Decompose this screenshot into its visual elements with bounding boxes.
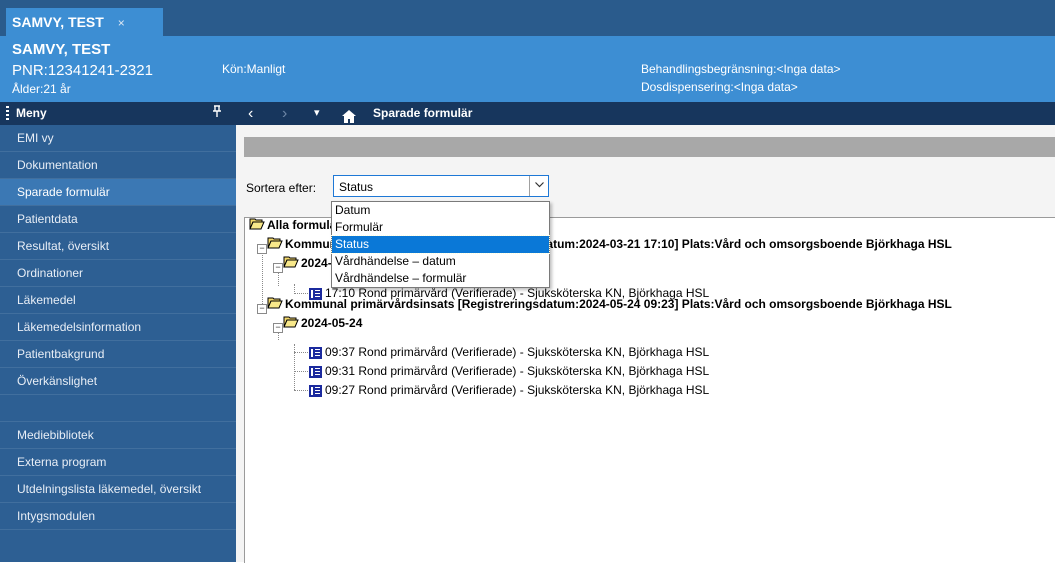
tree-group-label: Kommunal primärvårdsinsats [Registrering… (285, 297, 952, 311)
sidebar-item-ordinationer[interactable]: Ordinationer (0, 260, 236, 287)
treatment-limit: Behandlingsbegränsning:<Inga data> (641, 62, 841, 76)
sort-option-vardhandelse-datum[interactable]: Vårdhändelse – datum (332, 253, 549, 270)
tree-form-entry[interactable]: 09:31 Rond primärvård (Verifierade) - Sj… (309, 362, 709, 380)
collapse-toggle[interactable]: − (273, 263, 283, 273)
open-folder-icon (283, 255, 299, 273)
sort-dropdown-list: Datum Formulär Status Vårdhändelse – dat… (331, 201, 550, 288)
tree-date-label: 2024-05-24 (301, 316, 363, 330)
tree-connector (294, 293, 308, 294)
tree-form-label: 09:27 Rond primärvård (Verifierade) - Sj… (325, 383, 710, 397)
menu-title: Meny (16, 106, 47, 120)
tree-form-label: 09:37 Rond primärvård (Verifierade) - Sj… (325, 345, 710, 359)
open-folder-icon (267, 296, 283, 314)
sidebar-item-externa-program[interactable]: Externa program (0, 449, 236, 476)
dose-dispensing: Dosdispensering:<Inga data> (641, 80, 798, 94)
sort-select[interactable]: Status (333, 175, 549, 197)
sidebar-item-overkanslighet[interactable]: Överkänslighet (0, 368, 236, 395)
tree-root[interactable]: Alla formulär (249, 216, 341, 234)
page-title: Sparade formulär (373, 106, 473, 120)
tree-root-label: Alla formulär (267, 218, 342, 232)
tree-connector (294, 390, 308, 391)
patient-pnr: PNR:12341241-2321 (12, 62, 153, 79)
tree-form-label: 09:31 Rond primärvård (Verifierade) - Sj… (325, 364, 710, 378)
tree-connector (294, 352, 308, 353)
chevron-down-icon[interactable] (529, 176, 548, 196)
sidebar-item-patientdata[interactable]: Patientdata (0, 206, 236, 233)
sort-select-value: Status (339, 180, 374, 194)
open-folder-icon (283, 315, 299, 333)
tree-form-entry[interactable]: 09:37 Rond primärvård (Verifierade) - Sj… (309, 343, 709, 361)
patient-age: Ålder:21 år (12, 82, 71, 96)
sidebar-item-emi-vy[interactable]: EMI vy (0, 125, 236, 152)
sort-option-formular[interactable]: Formulär (332, 219, 549, 236)
sidebar: Meny EMI vy Dokumentation Sparade formul… (0, 102, 236, 562)
form-icon (309, 346, 322, 359)
sidebar-item-lakemedel[interactable]: Läkemedel (0, 287, 236, 314)
sort-label: Sortera efter: (246, 181, 317, 195)
tree-connector (294, 344, 295, 390)
sort-option-status[interactable]: Status (331, 235, 550, 254)
sidebar-item-resultat-oversikt[interactable]: Resultat, översikt (0, 233, 236, 260)
sort-option-datum[interactable]: Datum (332, 202, 549, 219)
sidebar-item-mediebibliotek[interactable]: Mediebibliotek (0, 422, 236, 449)
tree-connector (294, 371, 308, 372)
form-icon (309, 365, 322, 378)
collapse-toggle[interactable]: − (257, 244, 267, 254)
collapse-toggle[interactable]: − (257, 304, 267, 314)
patient-name: SAMVY, TEST (12, 41, 111, 58)
open-folder-icon (267, 236, 283, 254)
tree-date[interactable]: 2024-05-24 (283, 314, 362, 332)
patient-tab-label: SAMVY, TEST (12, 14, 104, 30)
tree-form-entry[interactable]: 09:27 Rond primärvård (Verifierade) - Sj… (309, 381, 709, 399)
patient-tab[interactable]: SAMVY, TEST × (6, 8, 163, 36)
open-folder-icon (249, 217, 265, 235)
close-tab-icon[interactable]: × (118, 16, 125, 30)
nav-bar: ‹ › ▾ Sparade formulär (236, 102, 1055, 125)
forward-icon[interactable]: › (282, 102, 287, 125)
title-bar: SAMVY, TEST × (0, 0, 1055, 36)
tree-group[interactable]: Kommunal primärvårdsinsats [Registrering… (267, 295, 952, 313)
sidebar-item-lakemedelsinformation[interactable]: Läkemedelsinformation (0, 314, 236, 341)
main-content: Sortera efter: Status Alla formulär − Ko… (236, 125, 1055, 563)
sidebar-item-utdelningslista[interactable]: Utdelningslista läkemedel, översikt (0, 476, 236, 503)
sidebar-spacer (0, 395, 236, 422)
patient-header: SAMVY, TEST PNR:12341241-2321 Ålder:21 å… (0, 36, 1055, 102)
sort-option-vardhandelse-formular[interactable]: Vårdhändelse – formulär (332, 270, 549, 287)
menu-header: Meny (0, 102, 236, 125)
sidebar-item-patientbakgrund[interactable]: Patientbakgrund (0, 341, 236, 368)
back-icon[interactable]: ‹ (248, 102, 253, 125)
sidebar-item-sparade-formular[interactable]: Sparade formulär (0, 179, 236, 206)
history-dropdown-icon[interactable]: ▾ (314, 102, 320, 125)
sidebar-item-intygsmodulen[interactable]: Intygsmodulen (0, 503, 236, 530)
patient-gender: Kön:Manligt (222, 62, 286, 76)
sidebar-item-dokumentation[interactable]: Dokumentation (0, 152, 236, 179)
form-icon (309, 384, 322, 397)
grip-icon[interactable] (6, 106, 9, 121)
collapse-toggle[interactable]: − (273, 323, 283, 333)
pin-icon[interactable] (212, 102, 222, 125)
info-bar (244, 137, 1055, 157)
